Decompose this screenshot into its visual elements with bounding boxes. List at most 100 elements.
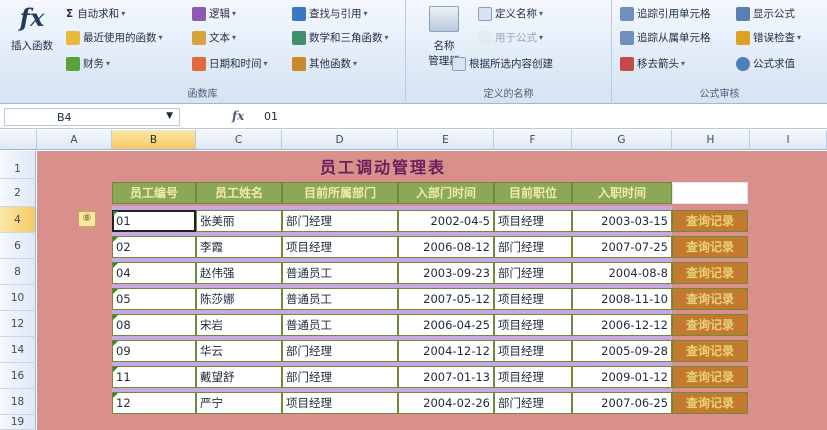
row-header-2[interactable]: 2 — [0, 179, 36, 207]
column-header-b[interactable]: B — [112, 130, 196, 150]
cell-hire-date[interactable]: 2009-01-12 — [572, 366, 672, 388]
logical-button[interactable]: 逻辑 ▾ — [192, 6, 236, 21]
name-box[interactable]: B4 ▼ — [4, 108, 180, 126]
cell-current-position[interactable]: 部门经理 — [494, 262, 572, 284]
cell-current-position[interactable]: 项目经理 — [494, 210, 572, 232]
cell-current-dept[interactable]: 普通员工 — [282, 314, 398, 336]
remove-arrows-button[interactable]: 移去箭头 ▾ — [620, 56, 685, 71]
cell-hire-date[interactable]: 2007-07-25 — [572, 236, 672, 258]
header-hire-date[interactable]: 入职时间 — [572, 182, 672, 204]
query-record-link[interactable]: 查询记录 — [672, 392, 748, 414]
cell-dept-date[interactable]: 2002-04-5 — [398, 210, 494, 232]
cell-current-position[interactable]: 项目经理 — [494, 340, 572, 362]
cell-hire-date[interactable]: 2007-06-25 — [572, 392, 672, 414]
cell-employee-name[interactable]: 戴望舒 — [196, 366, 282, 388]
cell-dept-date[interactable]: 2007-01-13 — [398, 366, 494, 388]
header-current-dept[interactable]: 目前所属部门 — [282, 182, 398, 204]
header-current-position[interactable]: 目前职位 — [494, 182, 572, 204]
cell-hire-date[interactable]: 2004-08-8 — [572, 262, 672, 284]
cell-current-position[interactable]: 部门经理 — [494, 236, 572, 258]
evaluate-formula-button[interactable]: 公式求值 — [736, 56, 795, 71]
column-header-h[interactable]: H — [672, 130, 750, 150]
financial-button[interactable]: 财务 ▾ — [66, 56, 110, 71]
row-header-14[interactable]: 14 — [0, 337, 36, 363]
query-record-link[interactable]: 查询记录 — [672, 340, 748, 362]
trace-dependents-button[interactable]: 追踪从属单元格 — [620, 30, 711, 45]
cell-current-dept[interactable]: 项目经理 — [282, 236, 398, 258]
cell-employee-id[interactable]: 05 — [112, 288, 196, 310]
insert-function-fx-icon[interactable]: fx — [232, 109, 244, 123]
column-header-a[interactable]: A — [37, 130, 112, 150]
row-header-4[interactable]: 4 — [0, 207, 36, 233]
cell-dept-date[interactable]: 2003-09-23 — [398, 262, 494, 284]
cell-current-dept[interactable]: 项目经理 — [282, 392, 398, 414]
define-name-button[interactable]: 定义名称 ▾ — [478, 6, 543, 21]
row-header-16[interactable]: 16 — [0, 363, 36, 389]
cell-current-dept[interactable]: 部门经理 — [282, 340, 398, 362]
query-record-link[interactable]: 查询记录 — [672, 262, 748, 284]
header-empty-cell[interactable] — [672, 182, 748, 204]
cell-dept-date[interactable]: 2004-02-26 — [398, 392, 494, 414]
cell-dept-date[interactable]: 2006-04-25 — [398, 314, 494, 336]
cell-employee-id[interactable]: 01 — [112, 210, 196, 232]
cell-employee-id[interactable]: 08 — [112, 314, 196, 336]
header-employee-id[interactable]: 员工编号 — [112, 182, 196, 204]
cell-hire-date[interactable]: 2005-09-28 — [572, 340, 672, 362]
row-header-8[interactable]: 8 — [0, 259, 36, 285]
cell-employee-name[interactable]: 张美丽 — [196, 210, 282, 232]
row-header-1[interactable]: 1 — [0, 151, 36, 179]
insert-function-button[interactable]: fx 插入函数 — [4, 4, 60, 53]
formula-input[interactable]: 01 — [258, 108, 824, 126]
cell-dept-date[interactable]: 2006-08-12 — [398, 236, 494, 258]
more-functions-button[interactable]: 其他函数 ▾ — [292, 56, 357, 71]
cell-current-position[interactable]: 项目经理 — [494, 314, 572, 336]
cell-current-position[interactable]: 项目经理 — [494, 366, 572, 388]
recent-functions-button[interactable]: 最近使用的函数 ▾ — [66, 30, 163, 45]
paste-options-icon[interactable]: ⑧ — [78, 211, 96, 227]
cell-employee-name[interactable]: 赵伟强 — [196, 262, 282, 284]
header-dept-date[interactable]: 入部门时间 — [398, 182, 494, 204]
autosum-button[interactable]: Σ 自动求和 ▾ — [66, 6, 125, 21]
cell-employee-name[interactable]: 严宁 — [196, 392, 282, 414]
cell-employee-id[interactable]: 09 — [112, 340, 196, 362]
column-header-e[interactable]: E — [398, 130, 494, 150]
row-header-19[interactable]: 19 — [0, 415, 36, 430]
create-from-selection-button[interactable]: 根据所选内容创建 — [452, 56, 553, 71]
column-header-i[interactable]: I — [750, 130, 827, 150]
cell-hire-date[interactable]: 2008-11-10 — [572, 288, 672, 310]
trace-precedents-button[interactable]: 追踪引用单元格 — [620, 6, 711, 21]
cell-current-position[interactable]: 部门经理 — [494, 392, 572, 414]
datetime-button[interactable]: 日期和时间 ▾ — [192, 56, 268, 71]
cell-employee-id[interactable]: 12 — [112, 392, 196, 414]
query-record-link[interactable]: 查询记录 — [672, 288, 748, 310]
cell-hire-date[interactable]: 2003-03-15 — [572, 210, 672, 232]
cell-dept-date[interactable]: 2004-12-12 — [398, 340, 494, 362]
cell-employee-name[interactable]: 李霞 — [196, 236, 282, 258]
cell-hire-date[interactable]: 2006-12-12 — [572, 314, 672, 336]
query-record-link[interactable]: 查询记录 — [672, 314, 748, 336]
cell-employee-id[interactable]: 11 — [112, 366, 196, 388]
show-formulas-button[interactable]: 显示公式 — [736, 6, 795, 21]
column-header-d[interactable]: D — [282, 130, 398, 150]
cell-current-position[interactable]: 项目经理 — [494, 288, 572, 310]
column-header-g[interactable]: G — [572, 130, 672, 150]
query-record-link[interactable]: 查询记录 — [672, 210, 748, 232]
cell-current-dept[interactable]: 普通员工 — [282, 288, 398, 310]
cell-dept-date[interactable]: 2007-05-12 — [398, 288, 494, 310]
cell-current-dept[interactable]: 部门经理 — [282, 210, 398, 232]
error-checking-button[interactable]: 错误检查 ▾ — [736, 30, 801, 45]
row-header-12[interactable]: 12 — [0, 311, 36, 337]
header-employee-name[interactable]: 员工姓名 — [196, 182, 282, 204]
row-header-10[interactable]: 10 — [0, 285, 36, 311]
row-header-18[interactable]: 18 — [0, 389, 36, 415]
use-in-formula-button[interactable]: 用于公式 ▾ — [478, 30, 543, 45]
name-box-dropdown-icon[interactable]: ▼ — [166, 111, 173, 121]
cell-current-dept[interactable]: 部门经理 — [282, 366, 398, 388]
cell-employee-name[interactable]: 华云 — [196, 340, 282, 362]
select-all-corner[interactable] — [0, 130, 37, 150]
cell-employee-name[interactable]: 宋岩 — [196, 314, 282, 336]
cell-current-dept[interactable]: 普通员工 — [282, 262, 398, 284]
cell-employee-id[interactable]: 02 — [112, 236, 196, 258]
row-header-6[interactable]: 6 — [0, 233, 36, 259]
query-record-link[interactable]: 查询记录 — [672, 366, 748, 388]
